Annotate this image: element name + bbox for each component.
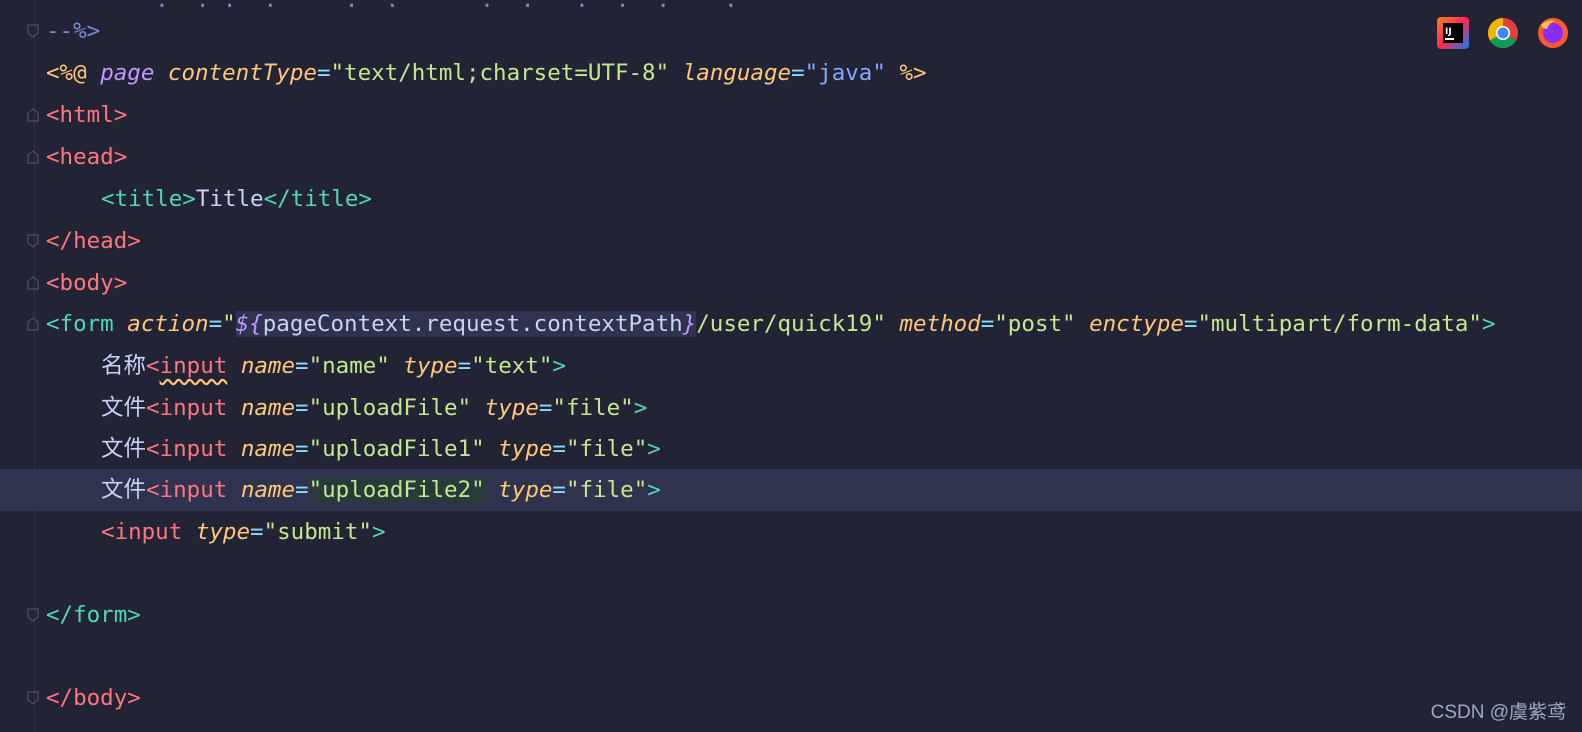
jsp-open: <%@ xyxy=(46,60,87,86)
code-line-2[interactable]: <%@ page contentType="text/html;charset=… xyxy=(0,52,1582,94)
tag-input: input xyxy=(159,395,228,421)
input-label: 名称 xyxy=(101,353,147,379)
type-value: "file" xyxy=(565,477,648,503)
tag-form: form xyxy=(59,311,114,337)
input-label: 文件 xyxy=(101,395,147,421)
jsp-value: "java" xyxy=(804,60,886,86)
code-line-14-blank[interactable] xyxy=(0,553,1582,595)
code-line-10[interactable]: 文件<input name="uploadFile" type="file"> xyxy=(0,387,1582,429)
fold-start-icon[interactable] xyxy=(27,108,39,122)
fold-end-icon[interactable] xyxy=(27,24,39,38)
jsp-value: "text/html;charset=UTF-8" xyxy=(330,60,670,86)
code-line-15[interactable]: </form> xyxy=(0,594,1582,636)
input-label: 文件 xyxy=(101,436,147,462)
fold-start-icon[interactable] xyxy=(27,317,39,331)
jsp-attr: contentType xyxy=(167,60,317,86)
code-line-11[interactable]: 文件<input name="uploadFile1" type="file"> xyxy=(0,428,1582,470)
comment-close: --%> xyxy=(46,18,101,44)
code-line-12-current[interactable]: 文件<input name="uploadFile2" type="file"> xyxy=(0,469,1582,511)
code-editor[interactable]: . . . . . . . . . . . . --%> <%@ page co… xyxy=(0,0,1582,732)
code-line-9[interactable]: 名称<input name="name" type="text"> xyxy=(0,345,1582,387)
name-value-highlighted: "uploadFile2" xyxy=(308,477,485,503)
tag-input: input xyxy=(159,436,228,462)
tag-input: input xyxy=(159,477,228,503)
intellij-icon[interactable]: IJ xyxy=(1435,15,1471,51)
firefox-icon[interactable] xyxy=(1535,15,1571,51)
code-line-4[interactable]: <head> xyxy=(0,136,1582,178)
tag-input: input xyxy=(114,519,183,545)
tag-title-close: title xyxy=(290,186,359,212)
tag-input: input xyxy=(159,353,228,379)
code-line-7[interactable]: <body> xyxy=(0,262,1582,304)
jsp-keyword: page xyxy=(100,60,155,86)
tag-html: html xyxy=(59,102,114,128)
tag-head: head xyxy=(59,144,114,170)
input-label: 文件 xyxy=(101,477,147,503)
fold-end-icon[interactable] xyxy=(27,234,39,248)
enctype-value: "multipart/form-data" xyxy=(1197,311,1482,337)
fold-start-icon[interactable] xyxy=(27,276,39,290)
submit-type-value: "submit" xyxy=(263,519,372,545)
svg-text:IJ: IJ xyxy=(1445,27,1452,37)
attr-action: action xyxy=(127,311,209,337)
attr-method: method xyxy=(899,311,981,337)
watermark: CSDN @虞紫鸢 xyxy=(1430,702,1566,723)
title-text: Title xyxy=(195,186,264,212)
el-expression[interactable]: ${pageContext.request.contextPath} xyxy=(235,311,697,337)
code-line-3[interactable]: <html> xyxy=(0,94,1582,136)
code-line-16-blank[interactable] xyxy=(0,636,1582,678)
fold-end-icon[interactable] xyxy=(27,691,39,705)
tag-body-close: body xyxy=(73,685,128,711)
code-line-13[interactable]: <input type="submit"> xyxy=(0,511,1582,553)
chrome-icon[interactable] xyxy=(1485,15,1521,51)
fold-start-icon[interactable] xyxy=(27,150,39,164)
tag-body: body xyxy=(59,270,114,296)
code-line-8[interactable]: <form action="${pageContext.request.cont… xyxy=(0,303,1582,345)
tag-form-close: form xyxy=(73,602,128,628)
type-value: "text" xyxy=(471,353,553,379)
name-value: "uploadFile" xyxy=(308,395,472,421)
browser-preview-bar: IJ xyxy=(1435,14,1571,52)
action-path: /user/quick19" xyxy=(696,311,886,337)
tag-title: title xyxy=(114,186,183,212)
name-value: "uploadFile1" xyxy=(308,436,485,462)
type-value: "file" xyxy=(565,436,648,462)
name-value: "name" xyxy=(308,353,390,379)
code-line-6[interactable]: </head> xyxy=(0,220,1582,262)
attr-enctype: enctype xyxy=(1089,311,1184,337)
type-value: "file" xyxy=(552,395,634,421)
code-line-1[interactable]: --%> xyxy=(0,10,1582,52)
code-line-5[interactable]: <title>Title</title> xyxy=(0,178,1582,220)
jsp-attr: language xyxy=(682,60,792,86)
method-value: "post" xyxy=(994,311,1076,337)
code-line-17[interactable]: </body> xyxy=(0,677,1582,719)
tag-head-close: head xyxy=(73,228,128,254)
fold-end-icon[interactable] xyxy=(27,608,39,622)
jsp-close: %> xyxy=(899,60,927,86)
